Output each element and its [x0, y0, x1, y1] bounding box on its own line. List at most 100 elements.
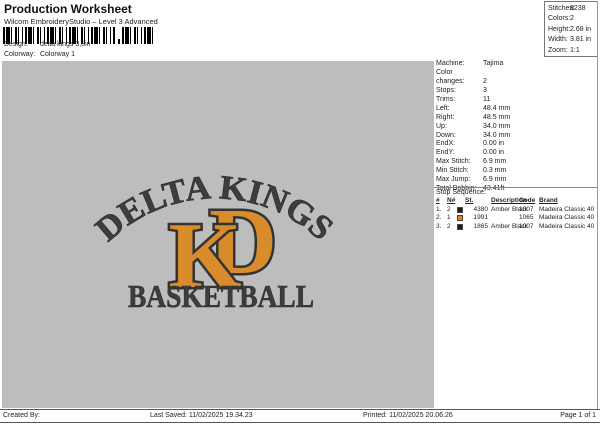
machine-info-panel: Machine: Tajima Color changes: 2 Stops: 3 T… — [436, 60, 598, 194]
design-canvas: DELTA KINGS D K BASKETBALL — [2, 61, 434, 408]
endy-label: EndY: — [436, 149, 455, 157]
stop-sequence-table: # N# St. Description Code Brand 1. 2 438… — [436, 197, 597, 231]
thread-code: 1065 — [519, 214, 534, 222]
thread-code: 1007 — [519, 205, 534, 213]
zoom-label: Zoom: — [548, 46, 568, 54]
machine-row: Stops: 3 — [436, 87, 598, 96]
stops-label: Stops: — [436, 86, 456, 94]
machine-row: Max Jump: 6.9 mm — [436, 176, 598, 185]
trims-value: 11 — [483, 95, 491, 103]
stop-sequence-row: 3. 2 1865 Amber Black 1007 Madeira Class… — [436, 223, 597, 232]
endx-value: 0.00 in — [483, 140, 505, 148]
thread-color-swatch — [457, 223, 463, 230]
footer: Created By: Last Saved: 11/02/2025 19.34… — [0, 409, 600, 423]
colorway-label: Colorway: — [4, 51, 36, 58]
row-number: 1. — [436, 205, 442, 213]
last-saved-text: Last Saved: 11/02/2025 19.34.23 — [150, 412, 253, 419]
design-label: Design: — [4, 41, 28, 48]
design-row: Design: delta kings 3,8in — [4, 41, 91, 48]
min-stitch-value: 0.3 mm — [483, 167, 507, 175]
colors-value: 2 — [570, 15, 574, 23]
stitches-label: Stitches: — [548, 5, 575, 12]
machine-row: Down: 34.0 mm — [436, 132, 598, 141]
col-code: Code — [519, 197, 536, 204]
zoom-value: 1:1 — [570, 46, 580, 54]
thread-brand: Madeira Classic 40 — [539, 222, 595, 230]
endy-value: 0.00 in — [483, 149, 505, 157]
max-jump-value: 6.9 mm — [483, 176, 507, 184]
max-jump-label: Max Jump: — [436, 176, 471, 184]
machine-row: Trims: 11 — [436, 96, 598, 105]
machine-row: Color changes: 2 — [436, 69, 598, 87]
machine-value: Tajima — [483, 60, 504, 67]
right-value: 48.5 mm — [483, 113, 511, 121]
stitch-count: 1991 — [473, 214, 488, 222]
stop-sequence-row: 1. 2 4380 Amber Black 1007 Madeira Class… — [436, 206, 597, 215]
machine-row: Up: 34.0 mm — [436, 123, 598, 132]
row-number: 3. — [436, 222, 442, 230]
colorway-row: Colorway: Colorway 1 — [4, 51, 75, 58]
color-changes-label: Color changes: — [436, 68, 465, 85]
right-label: Right: — [436, 113, 455, 121]
printed-text: Printed: 11/02/2025 20.06.26 — [363, 412, 453, 419]
stitch-count: 1865 — [473, 222, 488, 230]
height-value: 2.68 in — [570, 25, 592, 33]
max-stitch-label: Max Stitch: — [436, 158, 471, 166]
col-needle: N# — [447, 197, 456, 204]
stitches-value: 8238 — [570, 5, 586, 12]
production-worksheet-page: Production Worksheet Wilcom EmbroiderySt… — [0, 0, 600, 424]
summary-row: Zoom: 1:1 — [548, 46, 597, 56]
up-value: 34.0 mm — [483, 122, 511, 130]
machine-row: EndX: 0.00 in — [436, 140, 598, 149]
machine-label: Machine: — [436, 60, 465, 67]
colors-label: Colors: — [548, 15, 571, 23]
color-changes-value: 2 — [483, 77, 487, 85]
colorway-value: Colorway 1 — [39, 51, 75, 58]
machine-row: Right: 48.5 mm — [436, 114, 598, 123]
stitch-count: 4380 — [473, 205, 488, 213]
machine-row: Machine: Tajima — [436, 60, 598, 69]
page-number: Page 1 of 1 — [560, 412, 596, 419]
summary-row: Height:2.68 in — [548, 25, 597, 35]
max-stitch-value: 6.9 mm — [483, 158, 507, 166]
width-value: 3.81 in — [570, 36, 592, 44]
row-number: 2. — [436, 214, 442, 222]
col-stitches: St. — [465, 197, 474, 204]
summary-row: Width: 3.81 in — [548, 35, 597, 45]
needle-number: 2 — [447, 205, 451, 213]
thread-color-swatch — [457, 206, 463, 213]
col-brand: Brand — [539, 197, 558, 204]
min-stitch-label: Min Stitch: — [436, 167, 469, 175]
left-label: Left: — [436, 104, 450, 112]
created-by-label: Created By: — [3, 412, 40, 419]
col-number: # — [436, 197, 440, 204]
endx-label: EndX: — [436, 140, 456, 148]
stops-value: 3 — [483, 86, 487, 94]
machine-row: Left: 48.4 mm — [436, 105, 598, 114]
software-name: Wilcom EmbroideryStudio – Level 3 Advanc… — [4, 17, 158, 26]
up-label: Up: — [436, 122, 447, 130]
height-label: Height: — [548, 25, 571, 33]
down-value: 34.0 mm — [483, 131, 511, 139]
barcode-bars — [122, 27, 153, 44]
embroidery-design: DELTA KINGS D K BASKETBALL — [89, 169, 341, 315]
machine-row: Min Stitch: 0.3 mm — [436, 167, 598, 176]
left-value: 48.4 mm — [483, 104, 511, 112]
bottom-text: BASKETBALL — [128, 278, 314, 314]
down-label: Down: — [436, 131, 456, 139]
stop-sequence-row: 2. 1 1991 1065 Madeira Classic 40 — [436, 214, 597, 223]
page-title: Production Worksheet — [4, 2, 132, 16]
needle-number: 2 — [447, 222, 451, 230]
design-value: delta kings 3,8in — [39, 41, 91, 48]
thread-brand: Madeira Classic 40 — [539, 214, 595, 222]
design-summary-box: Stitches:8238 Colors:2 Height:2.68 in Wi… — [544, 1, 598, 57]
summary-row: Stitches:8238 — [548, 4, 597, 14]
barcode-separator — [116, 27, 122, 44]
stop-sequence-header: # N# St. Description Code Brand — [436, 197, 597, 206]
needle-number: 1 — [447, 214, 451, 222]
trims-label: Trims: — [436, 95, 456, 103]
thread-brand: Madeira Classic 40 — [539, 205, 595, 213]
thread-color-swatch — [457, 215, 463, 222]
stop-sequence-title: Stop Sequence: — [436, 189, 486, 196]
right-edge-rule — [597, 1, 598, 409]
